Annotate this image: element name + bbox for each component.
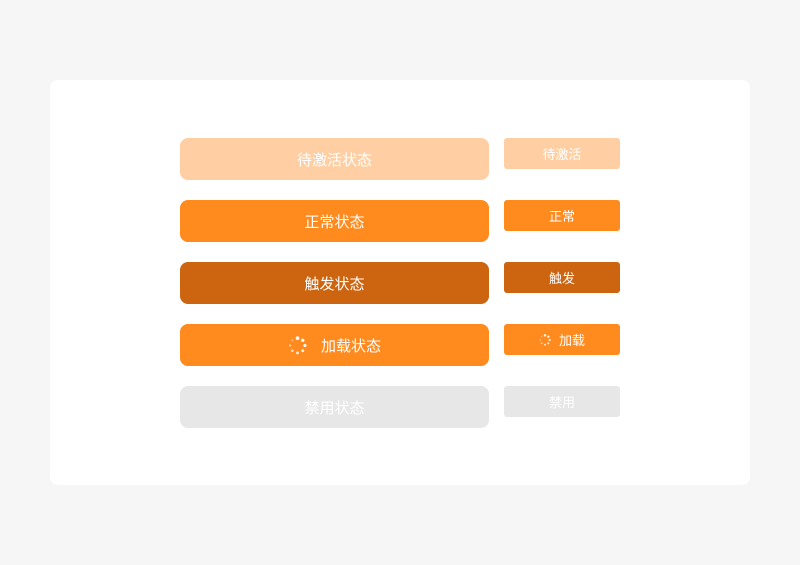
- pressed-small-button[interactable]: 触发: [504, 262, 620, 293]
- pressed-small-button-label: 触发: [548, 272, 575, 287]
- loading-small-button-label: 加载: [558, 334, 585, 349]
- normal-large-button-label: 正常状态: [304, 212, 365, 231]
- disabled-large-button: 禁用状态: [180, 386, 489, 428]
- pending-large-button-label: 待激活状态: [296, 150, 372, 169]
- normal-large-button[interactable]: 正常状态: [180, 200, 489, 242]
- disabled-small-button-label: 禁用: [548, 396, 575, 411]
- pressed-large-button-label: 触发状态: [304, 274, 365, 293]
- disabled-small-button: 禁用: [504, 386, 620, 417]
- button-states-card: 待激活状态 待激活 正常状态 正常 触发状态 触发 加载状态 加载 禁用状态 禁…: [50, 80, 750, 485]
- disabled-large-button-label: 禁用状态: [304, 398, 365, 417]
- pressed-large-button[interactable]: 触发状态: [180, 262, 489, 304]
- loading-spinner-icon: [288, 335, 307, 355]
- loading-large-button[interactable]: 加载状态: [180, 324, 489, 366]
- loading-small-button[interactable]: 加载: [504, 324, 620, 355]
- loading-large-button-label: 加载状态: [320, 336, 381, 355]
- pending-small-button[interactable]: 待激活: [504, 138, 620, 169]
- normal-small-button-label: 正常: [548, 210, 575, 225]
- pending-large-button[interactable]: 待激活状态: [180, 138, 489, 180]
- pending-small-button-label: 待激活: [542, 148, 582, 163]
- normal-small-button[interactable]: 正常: [504, 200, 620, 231]
- loading-spinner-icon: [539, 333, 551, 346]
